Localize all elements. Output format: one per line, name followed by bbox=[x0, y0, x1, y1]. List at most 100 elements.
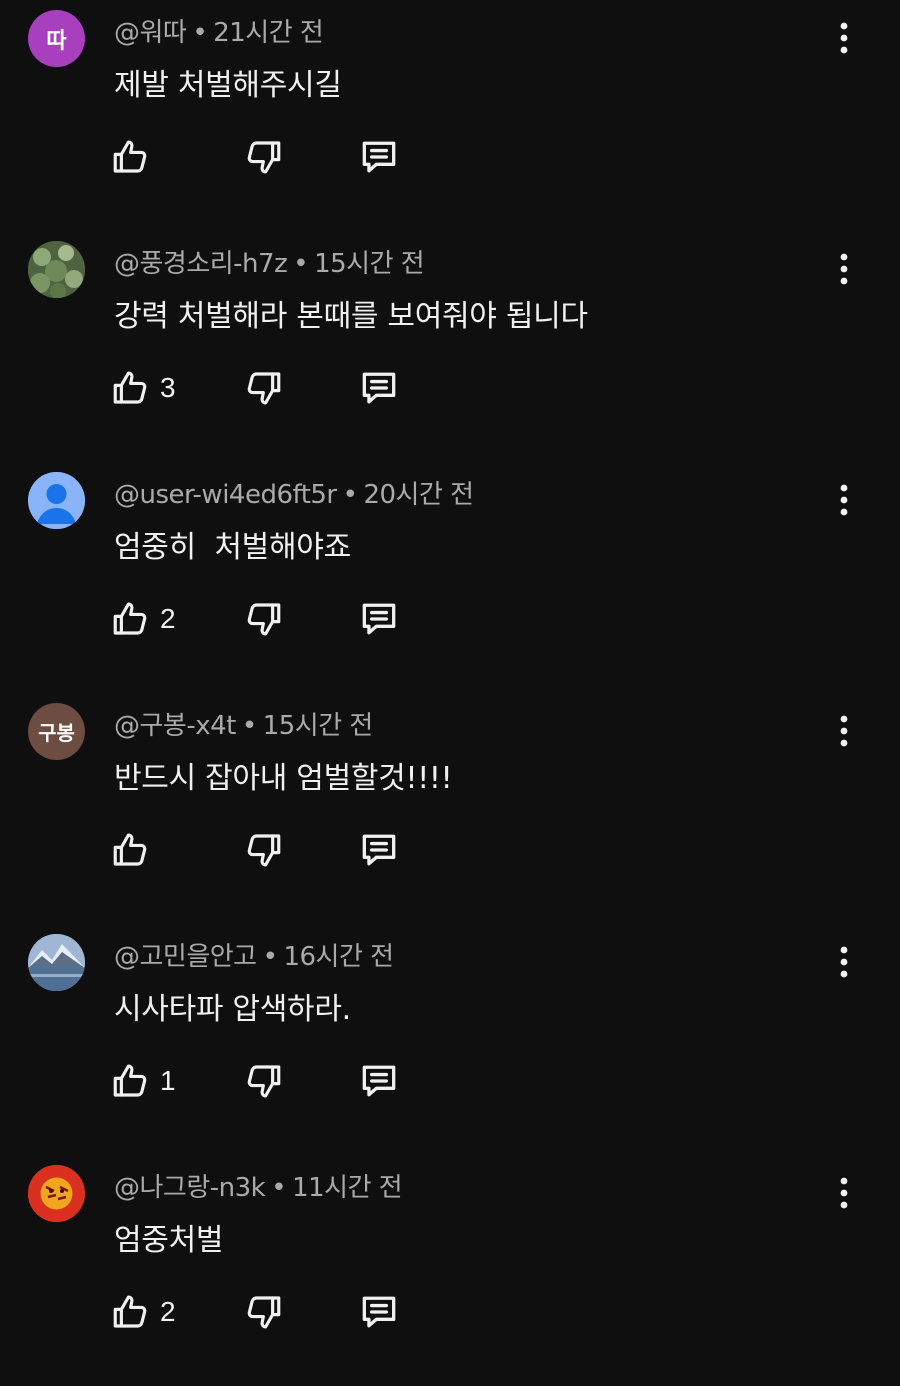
more-vertical-icon bbox=[840, 22, 848, 54]
thumbs-up-icon bbox=[113, 1064, 147, 1097]
comment-item: @user-wi4ed6ft5r • 20시간 전 엄중히 처벌해야죠 2 bbox=[0, 462, 900, 693]
more-options-button[interactable] bbox=[826, 1173, 862, 1213]
author-handle[interactable]: @워따 bbox=[114, 18, 187, 48]
thumbs-up-icon bbox=[113, 140, 147, 173]
like-count: 2 bbox=[160, 1296, 176, 1327]
reply-button[interactable] bbox=[357, 825, 401, 875]
comment-actions: 2 bbox=[110, 594, 430, 644]
thumbs-down-icon bbox=[247, 603, 281, 636]
comment-text: 엄중히 처벌해야죠 bbox=[114, 530, 351, 565]
comment-time: 15시간 전 bbox=[314, 249, 425, 279]
like-count: 3 bbox=[160, 372, 176, 403]
comment-actions: 2 bbox=[110, 1287, 430, 1337]
dislike-button[interactable] bbox=[242, 1287, 284, 1337]
comment-item: @나그랑-n3k • 11시간 전 엄중처벌 2 bbox=[0, 1155, 900, 1386]
thumbs-down-icon bbox=[247, 1065, 281, 1098]
more-vertical-icon bbox=[840, 1177, 848, 1209]
more-options-button[interactable] bbox=[826, 480, 862, 520]
comment-meta: @풍경소리-h7z • 15시간 전 bbox=[114, 243, 425, 280]
avatar-image bbox=[28, 241, 85, 298]
reply-button[interactable] bbox=[357, 594, 401, 644]
meta-separator: • bbox=[241, 711, 257, 741]
reply-button[interactable] bbox=[357, 1056, 401, 1106]
comment-text: 시사타파 압색하라. bbox=[114, 992, 351, 1027]
avatar[interactable] bbox=[28, 934, 85, 991]
reply-comment-icon bbox=[362, 372, 396, 404]
more-vertical-icon bbox=[840, 253, 848, 285]
like-count: 2 bbox=[160, 603, 176, 634]
dislike-button[interactable] bbox=[242, 825, 284, 875]
meta-separator: • bbox=[262, 942, 278, 972]
meta-separator: • bbox=[192, 18, 208, 48]
thumbs-up-icon bbox=[113, 1295, 147, 1328]
comment-item: @풍경소리-h7z • 15시간 전 강력 처벌해라 본때를 보여줘야 됩니다 3 bbox=[0, 231, 900, 462]
author-handle[interactable]: @user-wi4ed6ft5r bbox=[114, 480, 337, 510]
dislike-button[interactable] bbox=[242, 132, 284, 182]
avatar-image bbox=[28, 934, 85, 991]
meta-separator: • bbox=[293, 249, 309, 279]
like-count: 1 bbox=[160, 1065, 176, 1096]
comment-time: 20시간 전 bbox=[363, 480, 474, 510]
thumbs-down-icon bbox=[247, 372, 281, 405]
avatar[interactable]: 따 bbox=[28, 10, 85, 67]
avatar[interactable] bbox=[28, 241, 85, 298]
comment-actions: 3 bbox=[110, 363, 430, 413]
like-button[interactable]: 1 bbox=[110, 1056, 176, 1106]
reply-comment-icon bbox=[362, 834, 396, 866]
reply-comment-icon bbox=[362, 141, 396, 173]
thumbs-down-icon bbox=[247, 834, 281, 867]
avatar[interactable] bbox=[28, 1165, 85, 1222]
avatar-initial: 따 bbox=[46, 28, 67, 54]
more-options-button[interactable] bbox=[826, 711, 862, 751]
comment-meta: @user-wi4ed6ft5r • 20시간 전 bbox=[114, 474, 474, 511]
comment-meta: @고민을안고 • 16시간 전 bbox=[114, 936, 394, 973]
comment-text: 강력 처벌해라 본때를 보여줘야 됩니다 bbox=[114, 299, 588, 334]
dislike-button[interactable] bbox=[242, 363, 284, 413]
comment-actions bbox=[110, 825, 430, 875]
comment-time: 21시간 전 bbox=[213, 18, 324, 48]
avatar-initial: 구봉 bbox=[38, 721, 75, 745]
more-vertical-icon bbox=[840, 946, 848, 978]
comment-text: 엄중처벌 bbox=[114, 1223, 224, 1258]
more-options-button[interactable] bbox=[826, 249, 862, 289]
comment-item: @고민을안고 • 16시간 전 시사타파 압색하라. 1 bbox=[0, 924, 900, 1155]
author-handle[interactable]: @풍경소리-h7z bbox=[114, 249, 288, 279]
comment-time: 15시간 전 bbox=[262, 711, 374, 741]
comment-text: 제발 처벌해주시길 bbox=[114, 68, 342, 103]
author-handle[interactable]: @고민을안고 bbox=[114, 942, 257, 972]
comment-meta: @워따 • 21시간 전 bbox=[114, 12, 324, 49]
comment-meta: @나그랑-n3k • 11시간 전 bbox=[114, 1167, 403, 1204]
reply-button[interactable] bbox=[357, 363, 401, 413]
meta-separator: • bbox=[271, 1173, 287, 1203]
reply-comment-icon bbox=[362, 603, 396, 635]
like-button[interactable]: 2 bbox=[110, 594, 176, 644]
like-button[interactable]: 3 bbox=[110, 363, 176, 413]
reply-button[interactable] bbox=[357, 1287, 401, 1337]
dislike-button[interactable] bbox=[242, 1056, 284, 1106]
comment-item: 구봉 @구봉-x4t • 15시간 전 반드시 잡아내 엄벌할것!!!! bbox=[0, 693, 900, 924]
avatar[interactable]: 구봉 bbox=[28, 703, 85, 760]
reply-button[interactable] bbox=[357, 132, 401, 182]
like-button[interactable]: 2 bbox=[110, 1287, 176, 1337]
thumbs-up-icon bbox=[113, 833, 147, 866]
comment-text: 반드시 잡아내 엄벌할것!!!! bbox=[114, 761, 453, 796]
author-handle[interactable]: @구봉-x4t bbox=[114, 711, 236, 741]
thumbs-down-icon bbox=[247, 141, 281, 174]
thumbs-down-icon bbox=[247, 1296, 281, 1329]
more-options-button[interactable] bbox=[826, 942, 862, 982]
comment-meta: @구봉-x4t • 15시간 전 bbox=[114, 705, 373, 742]
comment-actions: 1 bbox=[110, 1056, 430, 1106]
avatar-image bbox=[28, 1165, 85, 1222]
dislike-button[interactable] bbox=[242, 594, 284, 644]
author-handle[interactable]: @나그랑-n3k bbox=[114, 1173, 266, 1203]
like-button[interactable] bbox=[110, 132, 160, 182]
avatar[interactable] bbox=[28, 472, 85, 529]
avatar-image bbox=[28, 472, 85, 529]
more-options-button[interactable] bbox=[826, 18, 862, 58]
comment-time: 11시간 전 bbox=[292, 1173, 403, 1203]
meta-separator: • bbox=[342, 480, 358, 510]
like-button[interactable] bbox=[110, 825, 160, 875]
thumbs-up-icon bbox=[113, 602, 147, 635]
more-vertical-icon bbox=[840, 484, 848, 516]
reply-comment-icon bbox=[362, 1065, 396, 1097]
